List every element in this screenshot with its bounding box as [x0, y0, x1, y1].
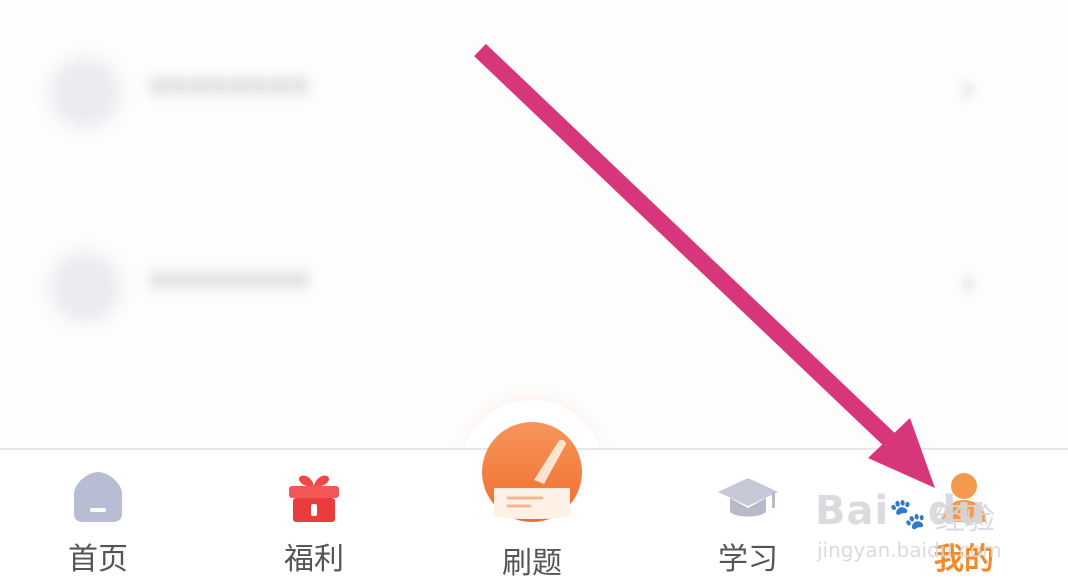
baidu-watermark: Bai🐾du 经验 jingyan.baidu.com — [815, 488, 1065, 584]
tab-practice[interactable]: 刷题 — [452, 422, 612, 586]
chevron-right-icon: › — [960, 66, 976, 112]
tab-label: 福利 — [284, 542, 344, 577]
list-item-label: ******** — [150, 72, 310, 113]
tab-learn[interactable]: 学习 — [668, 450, 828, 586]
settings-list: ******** › ******** › — [0, 0, 1068, 448]
tab-home[interactable]: 首页 — [18, 450, 178, 586]
chevron-right-icon: › — [960, 260, 976, 306]
paw-icon: 🐾 — [889, 497, 928, 532]
watermark-url: jingyan.baidu.com — [817, 538, 1002, 562]
list-item[interactable]: ******** › — [0, 38, 1068, 148]
tab-welfare[interactable]: 福利 — [234, 450, 394, 586]
list-item[interactable]: ******** › — [0, 232, 1068, 342]
gift-icon — [289, 475, 339, 522]
pencil-paper-icon — [482, 422, 582, 522]
list-item-icon — [50, 252, 120, 322]
tab-label: 学习 — [718, 542, 778, 577]
list-item-label: ******** — [150, 266, 310, 307]
tab-label: 刷题 — [502, 546, 562, 581]
tab-label: 首页 — [68, 542, 128, 577]
list-item-icon — [50, 58, 120, 128]
graduation-cap-icon — [718, 478, 778, 517]
watermark-product: 经验 — [935, 502, 995, 537]
home-icon — [74, 472, 122, 522]
